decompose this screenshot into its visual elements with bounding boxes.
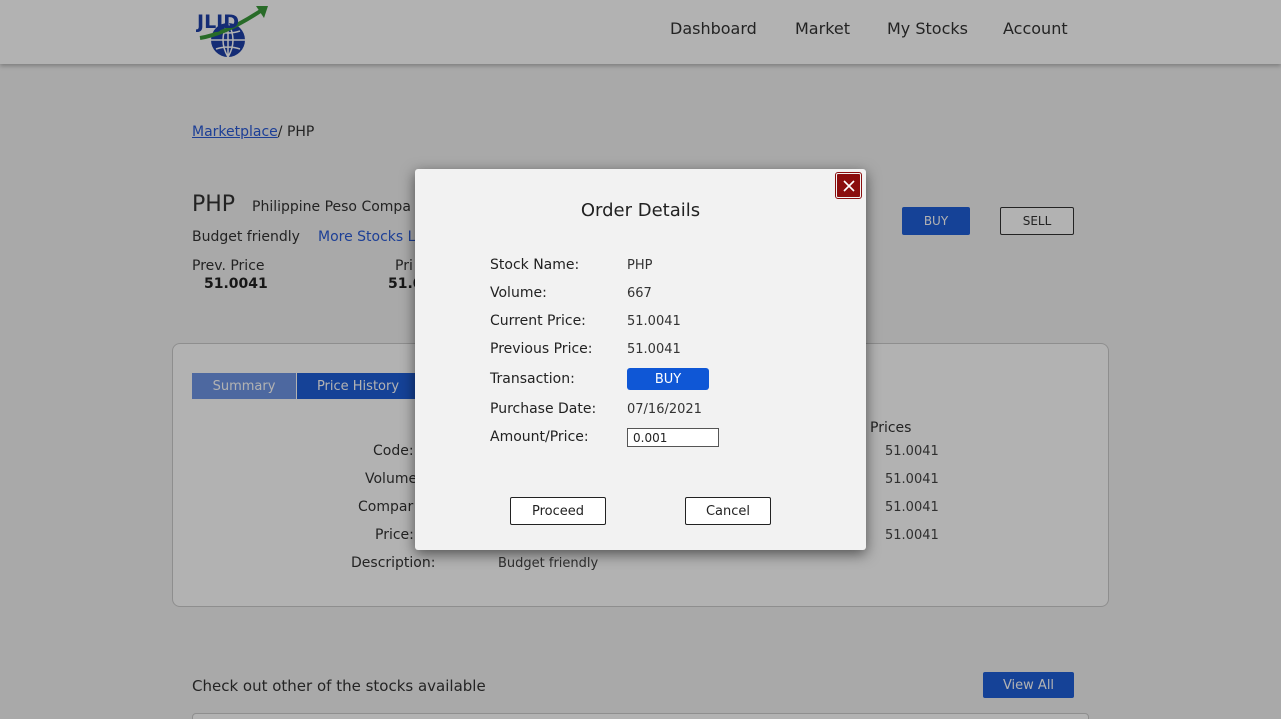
cancel-button[interactable]: Cancel bbox=[685, 497, 771, 525]
stock-name-label: Stock Name: bbox=[490, 257, 580, 273]
current-price-value: 51.0041 bbox=[627, 314, 681, 329]
previous-price-value: 51.0041 bbox=[627, 342, 681, 357]
close-button[interactable] bbox=[835, 172, 862, 199]
close-icon bbox=[842, 179, 855, 192]
previous-price-label: Previous Price: bbox=[490, 341, 593, 357]
transaction-buy-badge: BUY bbox=[627, 368, 709, 390]
volume-value: 667 bbox=[627, 286, 652, 301]
transaction-label: Transaction: bbox=[490, 371, 575, 387]
order-details-modal: Order Details Stock Name: PHP Volume: 66… bbox=[415, 169, 866, 550]
amount-price-input[interactable] bbox=[627, 428, 719, 447]
volume-label: Volume: bbox=[490, 285, 547, 301]
proceed-button[interactable]: Proceed bbox=[510, 497, 606, 525]
purchase-date-value: 07/16/2021 bbox=[627, 402, 702, 417]
current-price-label: Current Price: bbox=[490, 313, 586, 329]
amount-price-label: Amount/Price: bbox=[490, 429, 589, 445]
stock-name-value: PHP bbox=[627, 258, 653, 273]
purchase-date-label: Purchase Date: bbox=[490, 401, 597, 417]
modal-title: Order Details bbox=[580, 200, 701, 221]
